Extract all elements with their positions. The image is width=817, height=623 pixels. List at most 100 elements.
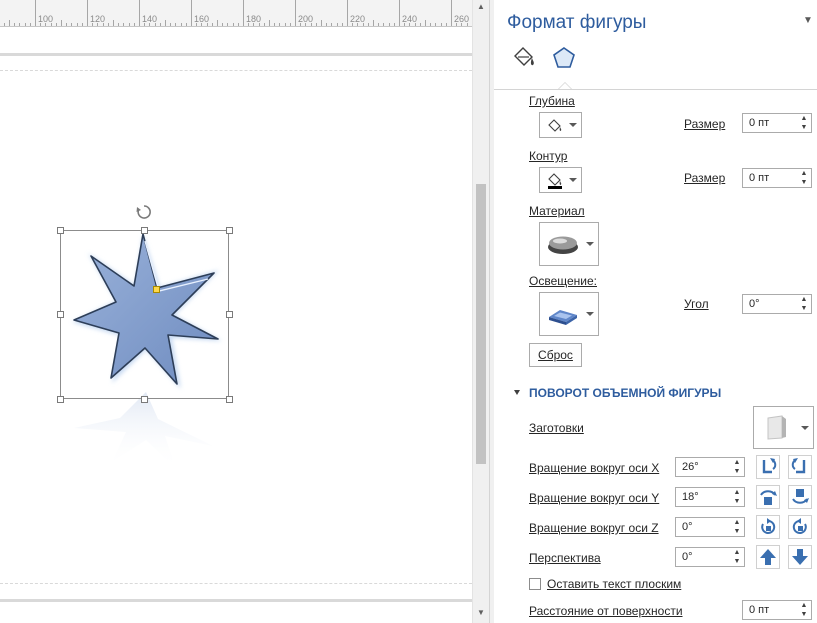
spin-up-icon[interactable]: ▲: [732, 488, 742, 497]
contour-size-label: Размер: [684, 171, 726, 185]
spin-down-icon[interactable]: ▼: [732, 467, 742, 476]
resize-handle-n[interactable]: [141, 227, 148, 234]
rotate-down-button[interactable]: [788, 485, 812, 509]
perspective-value: 0°: [682, 551, 693, 563]
rotation-section-header[interactable]: ПОВОРОТ ОБЪЕМНОЙ ФИГУРЫ: [529, 386, 721, 400]
rotation-presets-dropdown[interactable]: [753, 406, 814, 449]
material-label: Материал: [529, 204, 585, 218]
resize-handle-e[interactable]: [226, 311, 233, 318]
tab-underline: [494, 89, 817, 90]
distance-label: Расстояние от поверхности: [529, 604, 683, 618]
cube-preset-icon: [767, 415, 786, 440]
paint-bucket-icon[interactable]: [511, 45, 537, 71]
material-dropdown[interactable]: [539, 222, 599, 266]
fill-color-icon: [548, 173, 562, 189]
perspective-increase-button[interactable]: [756, 545, 780, 569]
spin-down-icon[interactable]: ▼: [799, 178, 809, 187]
distance-spinner[interactable]: 0 пт ▲ ▼: [742, 600, 812, 620]
depth-size-value: 0 пт: [749, 117, 770, 129]
contour-label: Контур: [529, 149, 568, 163]
spin-up-icon[interactable]: ▲: [799, 114, 809, 123]
rotate-right-button[interactable]: [788, 455, 812, 479]
collapse-triangle-icon[interactable]: [514, 390, 520, 395]
y-rotation-value: 18°: [682, 491, 699, 503]
resize-handle-ne[interactable]: [226, 227, 233, 234]
presets-label: Заготовки: [529, 421, 584, 435]
rotate-left-icon: [762, 458, 777, 474]
lighting-label: Освещение:: [529, 274, 597, 288]
rotate-counterclockwise-icon: [792, 518, 807, 534]
depth-size-spinner[interactable]: 0 пт ▲ ▼: [742, 113, 812, 133]
app-window: 100 120 140 160 180 200 220 240 260 ▲ ▼ …: [0, 0, 817, 623]
shape-adjust-handle[interactable]: [153, 286, 160, 293]
resize-handle-se[interactable]: [226, 396, 233, 403]
resize-handle-nw[interactable]: [57, 227, 64, 234]
z-rotation-label: Вращение вокруг оси Z: [529, 521, 659, 535]
perspective-label: Перспектива: [529, 551, 601, 565]
spin-down-icon[interactable]: ▼: [732, 557, 742, 566]
spin-down-icon[interactable]: ▼: [799, 610, 809, 619]
rotate-down-icon: [792, 489, 809, 504]
depth-label: Глубина: [529, 94, 575, 108]
star-reflection: [74, 392, 213, 469]
rotate-clockwise-button[interactable]: [756, 515, 780, 539]
angle-label: Угол: [684, 297, 709, 311]
pentagon-icon[interactable]: [551, 45, 577, 71]
z-rotation-spinner[interactable]: 0° ▲ ▼: [675, 517, 745, 537]
depth-color-dropdown[interactable]: [539, 112, 582, 138]
rotate-clockwise-icon: [761, 518, 776, 534]
rotate-up-button[interactable]: [756, 485, 780, 509]
fill-color-icon: [548, 119, 562, 132]
x-rotation-spinner[interactable]: 26° ▲ ▼: [675, 457, 745, 477]
active-tab-pointer: [558, 82, 572, 89]
depth-size-label: Размер: [684, 117, 726, 131]
contour-color-dropdown[interactable]: [539, 167, 582, 193]
keep-text-flat-checkbox[interactable]: [529, 578, 541, 590]
perspective-spinner[interactable]: 0° ▲ ▼: [675, 547, 745, 567]
reset-button[interactable]: Сброс: [529, 343, 582, 367]
x-rotation-label: Вращение вокруг оси X: [529, 461, 660, 475]
distance-value: 0 пт: [749, 604, 770, 616]
spin-up-icon[interactable]: ▲: [732, 518, 742, 527]
x-rotation-value: 26°: [682, 461, 699, 473]
resize-handle-w[interactable]: [57, 311, 64, 318]
spin-up-icon[interactable]: ▲: [732, 548, 742, 557]
rotate-right-icon: [791, 458, 806, 474]
pane-options-icon[interactable]: ▼: [801, 14, 815, 28]
perspective-decrease-button[interactable]: [788, 545, 812, 569]
rotate-up-icon: [760, 490, 777, 505]
pane-title: Формат фигуры: [507, 12, 647, 33]
contour-size-spinner[interactable]: 0 пт ▲ ▼: [742, 168, 812, 188]
format-shape-pane: Формат фигуры ▼ Глубина Размер 0 пт ▲ ▼: [494, 0, 817, 623]
resize-handle-s[interactable]: [141, 396, 148, 403]
spin-down-icon[interactable]: ▼: [799, 304, 809, 313]
arrow-down-icon: [792, 549, 808, 565]
spin-up-icon[interactable]: ▲: [799, 601, 809, 610]
spin-down-icon[interactable]: ▼: [732, 497, 742, 506]
scroll-thumb[interactable]: [476, 184, 486, 464]
canvas-vertical-scrollbar[interactable]: ▲ ▼: [472, 0, 489, 623]
scroll-up-arrow-icon[interactable]: ▲: [476, 2, 486, 12]
contour-size-value: 0 пт: [749, 172, 770, 184]
spin-down-icon[interactable]: ▼: [732, 527, 742, 536]
spin-up-icon[interactable]: ▲: [799, 169, 809, 178]
spin-down-icon[interactable]: ▼: [799, 123, 809, 132]
spin-up-icon[interactable]: ▲: [732, 458, 742, 467]
lighting-dropdown[interactable]: [539, 292, 599, 336]
light-angle-value: 0°: [749, 298, 760, 310]
material-preview-icon: [548, 236, 578, 254]
selection-box: [60, 230, 229, 399]
z-rotation-value: 0°: [682, 521, 693, 533]
y-rotation-spinner[interactable]: 18° ▲ ▼: [675, 487, 745, 507]
scroll-down-arrow-icon[interactable]: ▼: [476, 608, 486, 618]
y-rotation-label: Вращение вокруг оси Y: [529, 491, 660, 505]
keep-text-flat-label[interactable]: Оставить текст плоским: [547, 577, 681, 591]
spin-up-icon[interactable]: ▲: [799, 295, 809, 304]
lighting-preview-icon: [549, 310, 577, 325]
rotate-left-button[interactable]: [756, 455, 780, 479]
arrow-up-icon: [760, 549, 776, 565]
rotate-counterclockwise-button[interactable]: [788, 515, 812, 539]
light-angle-spinner[interactable]: 0° ▲ ▼: [742, 294, 812, 314]
resize-handle-sw[interactable]: [57, 396, 64, 403]
rotate-handle-icon[interactable]: [136, 204, 152, 220]
